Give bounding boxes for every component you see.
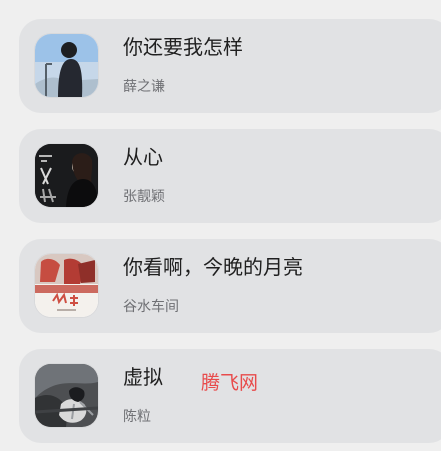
song-artist: 陈粒: [123, 409, 151, 425]
song-card[interactable]: 虚拟 陈粒: [19, 349, 441, 443]
song-artist: 薛之谦: [123, 79, 165, 95]
song-title: 从心: [123, 145, 163, 169]
album-cover-photo-icon: [35, 364, 98, 427]
song-card[interactable]: 从心 张靓颖: [19, 129, 441, 223]
song-artist: 张靓颖: [123, 189, 165, 205]
song-title: 你看啊，今晚的月亮: [123, 255, 303, 279]
album-cover-singer-portrait-icon: [35, 34, 98, 97]
album-cover-red-illustration-icon: [35, 254, 98, 317]
song-title: 虚拟: [123, 365, 163, 389]
song-title: 你还要我怎样: [123, 35, 243, 59]
song-artist: 谷水车间: [123, 299, 179, 315]
song-card[interactable]: 你看啊，今晚的月亮 谷水车间: [19, 239, 441, 333]
song-card[interactable]: 你还要我怎样 薛之谦: [19, 19, 441, 113]
watermark-text: 腾飞网: [201, 372, 259, 394]
album-cover-dark-portrait-icon: [35, 144, 98, 207]
